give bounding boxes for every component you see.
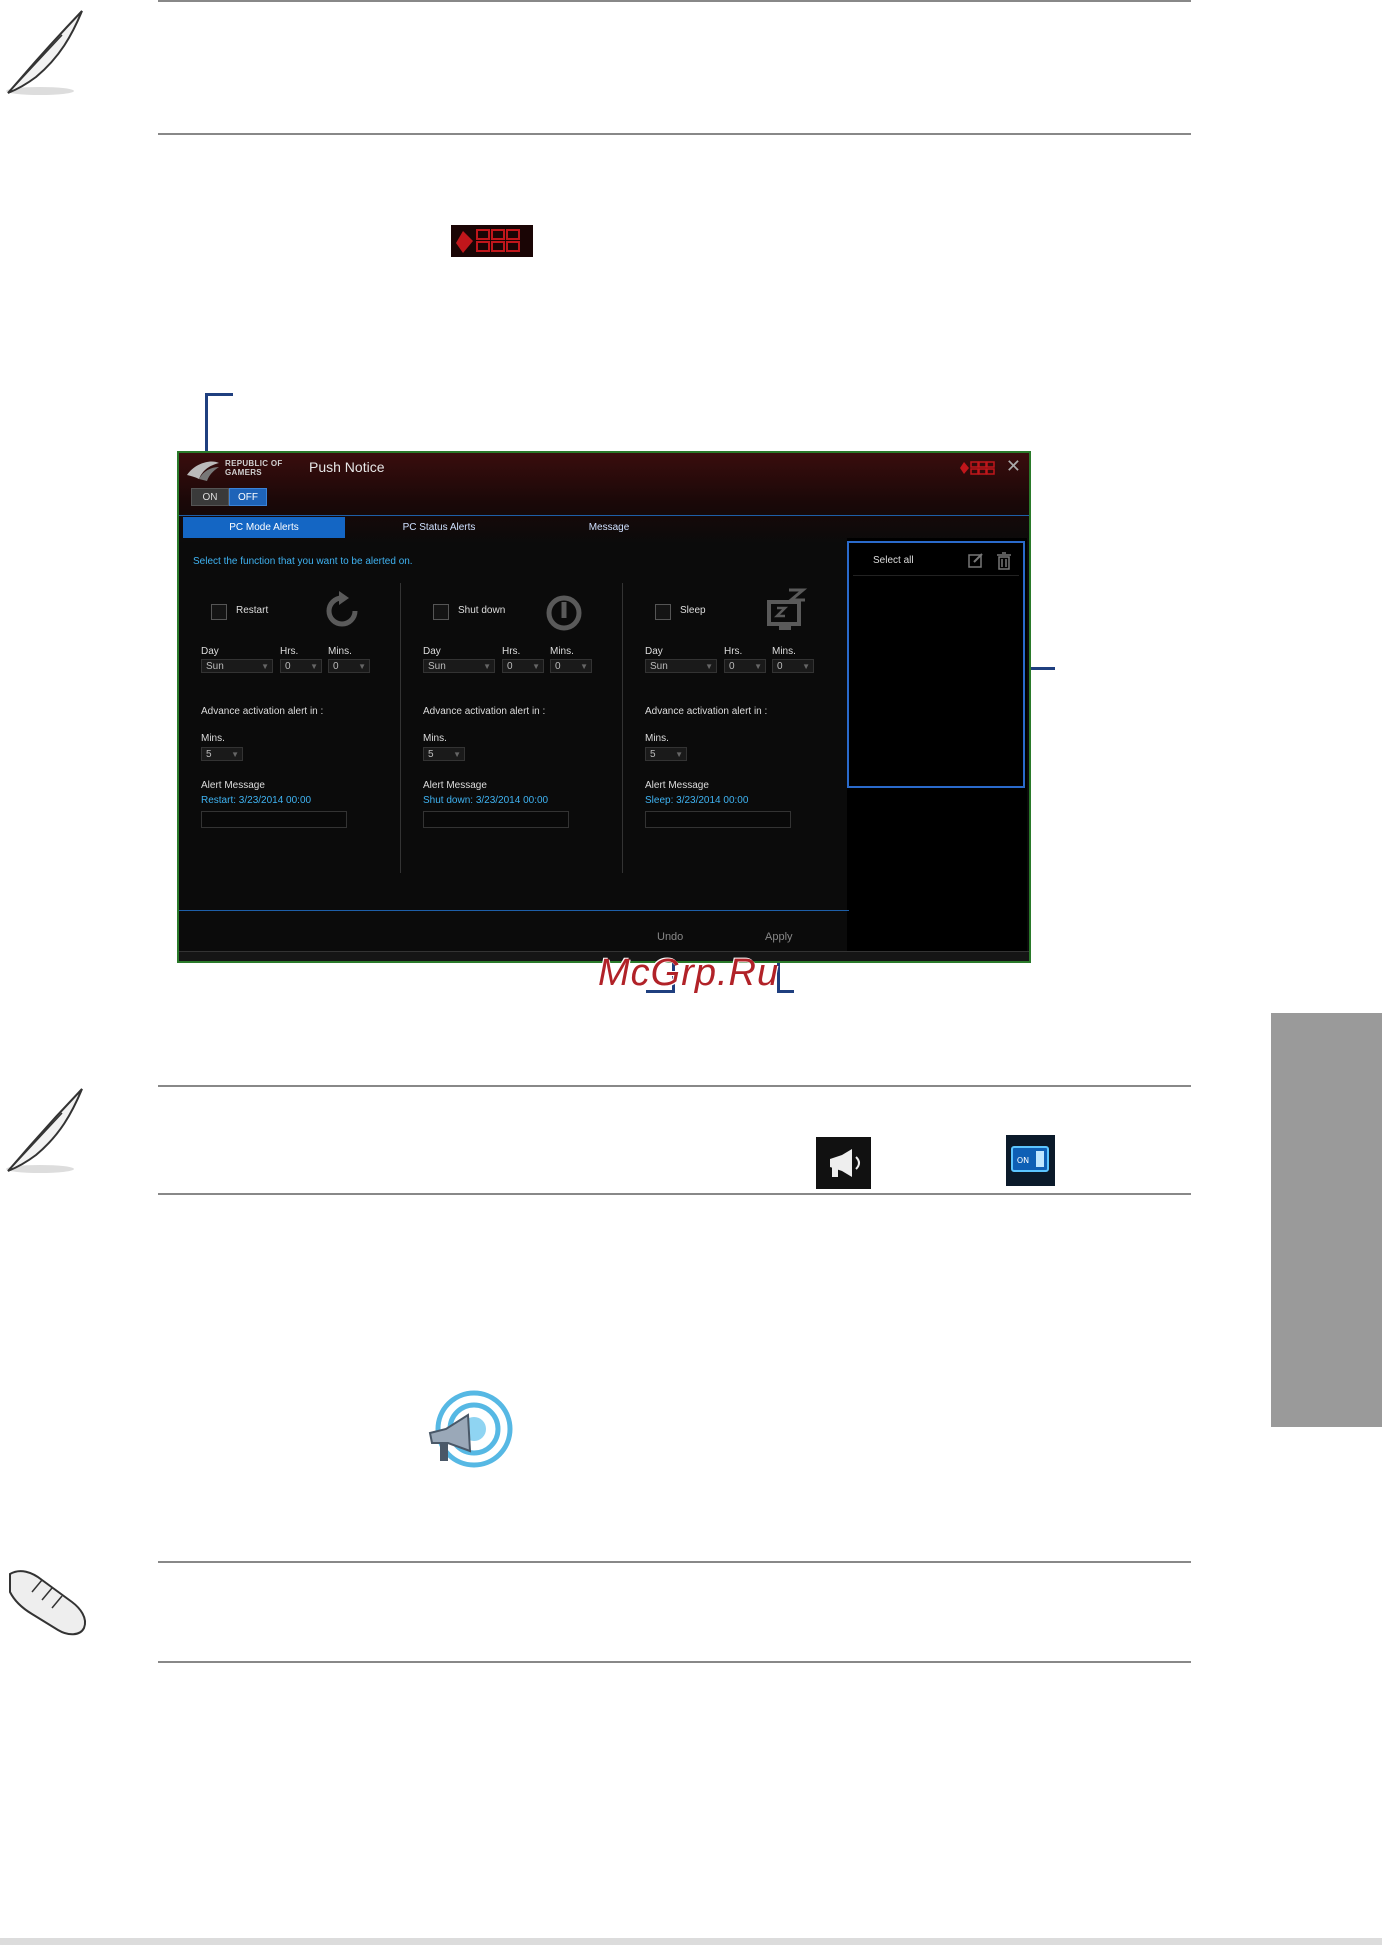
tab-message[interactable]: Message bbox=[529, 517, 689, 538]
callout-message-list bbox=[1027, 667, 1055, 670]
titlebar: REPUBLIC OF GAMERS Push Notice ✕ bbox=[179, 453, 1029, 489]
rule-page-top bbox=[158, 0, 1191, 2]
watermark-text: McGrp.Ru bbox=[598, 952, 780, 994]
alert-message-label: Alert Message bbox=[201, 780, 265, 791]
alert-message-text: Shut down: 3/23/2014 00:00 bbox=[423, 795, 549, 806]
mins-label: Mins. bbox=[772, 646, 796, 657]
hrs-select[interactable]: 0 bbox=[280, 659, 322, 674]
mins-label: Mins. bbox=[328, 646, 352, 657]
shutdown-column: Shut down Day Hrs. Mins. Sun 0 0 Advance… bbox=[423, 576, 623, 836]
feather-note-icon bbox=[6, 1088, 83, 1173]
mins-label: Mins. bbox=[550, 646, 574, 657]
on-toggle-icon: ON bbox=[1006, 1135, 1055, 1186]
hrs-label: Hrs. bbox=[280, 646, 299, 657]
footer-strip bbox=[0, 1938, 1382, 1945]
advance-label: Advance activation alert in : bbox=[201, 706, 324, 717]
instruction-text: Select the function that you want to be … bbox=[193, 556, 413, 567]
alert-message-text: Sleep: 3/23/2014 00:00 bbox=[645, 795, 749, 806]
undo-button[interactable]: Undo bbox=[657, 931, 683, 943]
brand-line1: REPUBLIC OF bbox=[225, 459, 283, 468]
adv-mins-label: Mins. bbox=[423, 733, 447, 744]
rule-note2-bottom bbox=[158, 1193, 1191, 1195]
switch-off[interactable]: OFF bbox=[229, 488, 267, 506]
tab-divider bbox=[179, 515, 1029, 516]
footer-divider bbox=[179, 910, 849, 911]
day-select[interactable]: Sun bbox=[423, 659, 495, 674]
alert-message-label: Alert Message bbox=[423, 780, 487, 791]
caution-hand-icon bbox=[9, 1570, 86, 1636]
day-select[interactable]: Sun bbox=[645, 659, 717, 674]
mins-select[interactable]: 0 bbox=[328, 659, 370, 674]
push-notice-app-icon bbox=[428, 1390, 513, 1468]
tab-pc-status-alerts[interactable]: PC Status Alerts bbox=[359, 517, 519, 538]
megaphone-icon bbox=[816, 1137, 871, 1189]
hrs-select[interactable]: 0 bbox=[502, 659, 544, 674]
shutdown-label: Shut down bbox=[458, 605, 506, 616]
mins-select[interactable]: 0 bbox=[550, 659, 592, 674]
brand-text: REPUBLIC OF GAMERS bbox=[225, 459, 283, 477]
rog-eye-logo-icon bbox=[187, 461, 219, 481]
rule-note3-top bbox=[158, 1561, 1191, 1563]
close-icon[interactable]: ✕ bbox=[1006, 456, 1021, 477]
hrs-label: Hrs. bbox=[502, 646, 521, 657]
adv-mins-label: Mins. bbox=[645, 733, 669, 744]
hrs-label: Hrs. bbox=[724, 646, 743, 657]
sleep-monitor-icon bbox=[767, 588, 808, 630]
adv-mins-select[interactable]: 5 bbox=[201, 747, 243, 762]
day-label: Day bbox=[645, 646, 663, 657]
select-all-label[interactable]: Select all bbox=[873, 555, 914, 566]
sleep-checkbox[interactable] bbox=[655, 604, 671, 620]
window-title: Push Notice bbox=[309, 459, 385, 475]
day-label: Day bbox=[201, 646, 219, 657]
tab-pc-mode-alerts[interactable]: PC Mode Alerts bbox=[183, 517, 345, 538]
alert-message-input[interactable] bbox=[645, 811, 791, 828]
trash-icon[interactable] bbox=[993, 551, 1015, 571]
rog-mini-icon bbox=[960, 461, 995, 475]
edit-icon[interactable] bbox=[965, 551, 987, 571]
on-toggle-label: ON bbox=[1017, 1156, 1029, 1165]
sleep-column: Sleep Day Hrs. Mins. Sun 0 0 Advance act… bbox=[645, 576, 845, 836]
hrs-select[interactable]: 0 bbox=[724, 659, 766, 674]
feather-note-icon bbox=[6, 10, 83, 95]
brand-line2: GAMERS bbox=[225, 468, 262, 477]
restart-label: Restart bbox=[236, 605, 269, 616]
advance-label: Advance activation alert in : bbox=[645, 706, 768, 717]
day-select[interactable]: Sun bbox=[201, 659, 273, 674]
push-notice-rog-icon bbox=[451, 225, 533, 257]
rule-note3-bottom bbox=[158, 1661, 1191, 1663]
message-list-header: Select all bbox=[853, 547, 1019, 576]
restart-icon bbox=[326, 591, 358, 627]
message-list-highlight bbox=[847, 541, 1025, 788]
restart-column: Restart Day Hrs. Mins. Sun 0 0 Advance a… bbox=[201, 576, 401, 836]
restart-checkbox[interactable] bbox=[211, 604, 227, 620]
alert-message-text: Restart: 3/23/2014 00:00 bbox=[201, 795, 312, 806]
apply-button[interactable]: Apply bbox=[765, 931, 793, 943]
adv-mins-select[interactable]: 5 bbox=[423, 747, 465, 762]
shutdown-checkbox[interactable] bbox=[433, 604, 449, 620]
alert-message-label: Alert Message bbox=[645, 780, 709, 791]
alert-message-input[interactable] bbox=[201, 811, 347, 828]
alert-message-input[interactable] bbox=[423, 811, 569, 828]
mins-select[interactable]: 0 bbox=[772, 659, 814, 674]
adv-mins-select[interactable]: 5 bbox=[645, 747, 687, 762]
sleep-label: Sleep bbox=[680, 605, 706, 616]
advance-label: Advance activation alert in : bbox=[423, 706, 546, 717]
chapter-side-tab bbox=[1271, 1013, 1382, 1427]
switch-on[interactable]: ON bbox=[191, 488, 229, 506]
day-label: Day bbox=[423, 646, 441, 657]
power-icon bbox=[546, 595, 582, 631]
push-notice-window: REPUBLIC OF GAMERS Push Notice ✕ ON OFF … bbox=[177, 451, 1031, 963]
rule-note2-top bbox=[158, 1085, 1191, 1087]
on-off-switch[interactable]: ON OFF bbox=[191, 488, 267, 506]
adv-mins-label: Mins. bbox=[201, 733, 225, 744]
rule-top-note-bottom bbox=[158, 133, 1191, 135]
